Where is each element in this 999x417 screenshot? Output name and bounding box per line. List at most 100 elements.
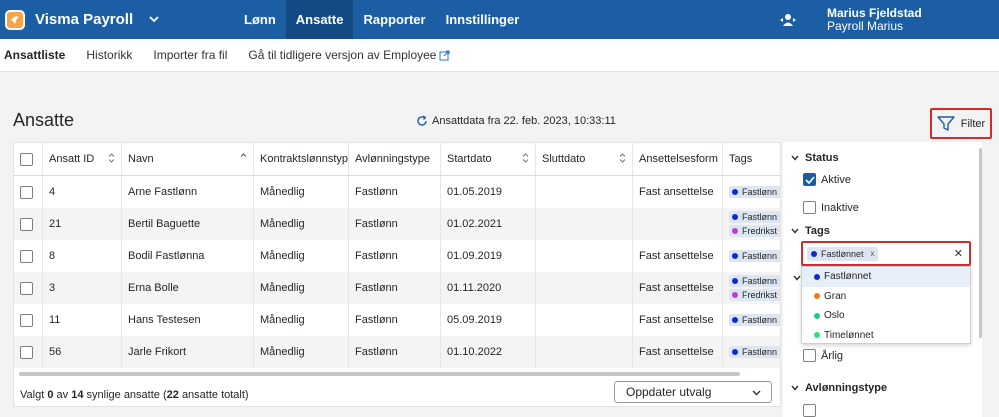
user-menu[interactable]: Marius Fjeldstad Payroll Marius: [827, 5, 999, 33]
cell-end: [536, 272, 633, 304]
status-inaktive-checkbox[interactable]: [803, 201, 816, 214]
row-checkbox[interactable]: [20, 185, 33, 199]
chevron-down-icon: [791, 385, 799, 391]
chevron-down-icon: [791, 228, 799, 234]
filter-scrollbar[interactable]: [979, 148, 982, 338]
cell-tags: Fastlønn: [723, 336, 780, 368]
main-nav: Lønn Ansatte Rapporter Innstillinger: [234, 0, 529, 39]
status-inaktive-option[interactable]: Inaktive: [803, 201, 859, 214]
tag-color-dot: [732, 349, 738, 355]
col-navn[interactable]: Navn: [122, 143, 254, 175]
sort-icon[interactable]: [522, 152, 529, 164]
app-brand[interactable]: Visma Payroll: [0, 0, 234, 39]
row-checkbox[interactable]: [20, 217, 33, 231]
row-checkbox[interactable]: [20, 345, 33, 359]
subnav-importer[interactable]: Importer fra fil: [153, 48, 227, 62]
row-checkbox[interactable]: [20, 313, 33, 327]
tags-select-input[interactable]: Fastlønnet x ✕: [801, 241, 971, 266]
chevron-down-icon: [791, 155, 799, 161]
cell-pay: Fastlønn: [349, 304, 441, 336]
filter-avlonningstype-header[interactable]: Avlønningstype: [791, 382, 887, 394]
col-startdato[interactable]: Startdato: [441, 143, 536, 175]
tag-color-dot: [732, 214, 738, 220]
tag-option-gran[interactable]: Gran: [802, 287, 970, 307]
table-row[interactable]: 4 Arne Fastlønn Månedlig Fastlønn 01.05.2019…: [14, 176, 780, 208]
horizontal-scrollbar[interactable]: [19, 372, 740, 376]
remove-tag-icon[interactable]: x: [871, 249, 875, 258]
avlonningstype-checkbox[interactable]: [803, 404, 816, 417]
filter-panel: Status Aktive Inaktive Tags Fastlønnet x…: [783, 142, 982, 417]
subnav-ansattliste[interactable]: Ansattliste: [4, 48, 65, 62]
col-avlonningstype[interactable]: Avlønningstype: [349, 143, 441, 175]
tag-option-fastlonnet[interactable]: Fastlønnet: [802, 267, 970, 287]
visma-logo-icon: [5, 9, 25, 30]
status-aktive-checkbox[interactable]: [803, 173, 816, 186]
arlig-option[interactable]: Årlig: [803, 349, 843, 362]
clear-tags-icon[interactable]: ✕: [954, 247, 963, 260]
top-bar: Visma Payroll Lønn Ansatte Rapporter Inn…: [0, 0, 999, 39]
tag-badge: Fastlønn: [729, 314, 780, 326]
tag-option-oslo[interactable]: Oslo: [802, 306, 970, 326]
nav-ansatte[interactable]: Ansatte: [285, 0, 354, 39]
nav-rapporter[interactable]: Rapporter: [353, 0, 435, 39]
col-ansatt-id[interactable]: Ansatt ID: [43, 143, 122, 175]
table-row[interactable]: 56 Jarle Frikort Månedlig Fastlønn 01.10.202…: [14, 336, 780, 368]
cell-id: 8: [43, 240, 122, 272]
cell-id: 3: [43, 272, 122, 304]
external-link-icon: [439, 50, 450, 61]
filter-tags-header[interactable]: Tags: [791, 225, 830, 237]
col-ansettelsesform[interactable]: Ansettelsesform: [633, 143, 723, 175]
cell-name: Erna Bolle: [122, 272, 254, 304]
cell-contract: Månedlig: [254, 272, 349, 304]
avlonningstype-option[interactable]: [803, 404, 821, 417]
select-all-cell: [14, 143, 43, 175]
chevron-down-icon[interactable]: [149, 14, 159, 25]
row-select-cell: [14, 176, 43, 208]
update-selection-button[interactable]: Oppdater utvalg: [614, 381, 772, 403]
cell-tags: Fastlønn: [723, 240, 780, 272]
nav-lonn[interactable]: Lønn: [234, 0, 286, 39]
col-tags[interactable]: Tags: [723, 143, 780, 175]
select-all-checkbox[interactable]: [20, 152, 33, 166]
table-row[interactable]: 3 Erna Bolle Månedlig Fastlønn 01.11.2020 Fas…: [14, 272, 780, 304]
table-header: Ansatt ID Navn Kontraktslønnstype Avlønn…: [14, 143, 780, 176]
row-select-cell: [14, 240, 43, 272]
col-sluttdato[interactable]: Sluttdato: [536, 143, 633, 175]
tag-badge: Fredrikst: [729, 289, 780, 301]
switch-user-icon[interactable]: [779, 11, 797, 29]
user-name: Marius Fjeldstad: [827, 5, 922, 20]
table-row[interactable]: 11 Hans Testesen Månedlig Fastlønn 05.09.201…: [14, 304, 780, 336]
subnav-historikk[interactable]: Historikk: [86, 48, 132, 62]
refresh-data[interactable]: Ansattdata fra 22. feb. 2023, 10:33:11: [416, 115, 616, 127]
nav-innstillinger[interactable]: Innstillinger: [436, 0, 530, 39]
sort-icon[interactable]: [619, 152, 626, 164]
page-title: Ansatte: [13, 110, 75, 130]
previous-version-label: Gå til tidligere versjon av Employee: [248, 48, 437, 62]
refresh-icon[interactable]: [416, 115, 428, 127]
cell-start: 01.05.2019: [441, 176, 536, 208]
table-row[interactable]: 21 Bertil Baguette Månedlig Fastlønn 01.02.2…: [14, 208, 780, 240]
status-aktive-option[interactable]: Aktive: [803, 173, 851, 186]
subnav-previous-version-link[interactable]: Gå til tidligere versjon av Employee: [248, 48, 450, 62]
row-checkbox[interactable]: [20, 281, 33, 295]
filter-status-header[interactable]: Status: [791, 152, 839, 164]
row-select-cell: [14, 336, 43, 368]
arlig-checkbox[interactable]: [803, 349, 816, 362]
cell-id: 56: [43, 336, 122, 368]
tag-option-timelonnet[interactable]: Timelønnet: [802, 326, 970, 346]
table-row[interactable]: 8 Bodil Fastlønna Månedlig Fastlønn 01.09.20…: [14, 240, 780, 272]
cell-form: Fast ansettelse: [633, 304, 723, 336]
tag-badge: Fastlønn: [729, 250, 780, 262]
cell-contract: Månedlig: [254, 336, 349, 368]
cell-form: Fast ansettelse: [633, 240, 723, 272]
sort-asc-icon[interactable]: [240, 152, 247, 164]
sort-icon[interactable]: [108, 152, 115, 164]
row-checkbox[interactable]: [20, 249, 33, 263]
cell-start: 01.02.2021: [441, 208, 536, 240]
cell-end: [536, 336, 633, 368]
tag-color-dot: [814, 332, 820, 339]
filter-button[interactable]: Filter: [930, 108, 992, 139]
cell-form: [633, 208, 723, 240]
cell-name: Arne Fastlønn: [122, 176, 254, 208]
col-kontraktslonnstype[interactable]: Kontraktslønnstype: [254, 143, 349, 175]
